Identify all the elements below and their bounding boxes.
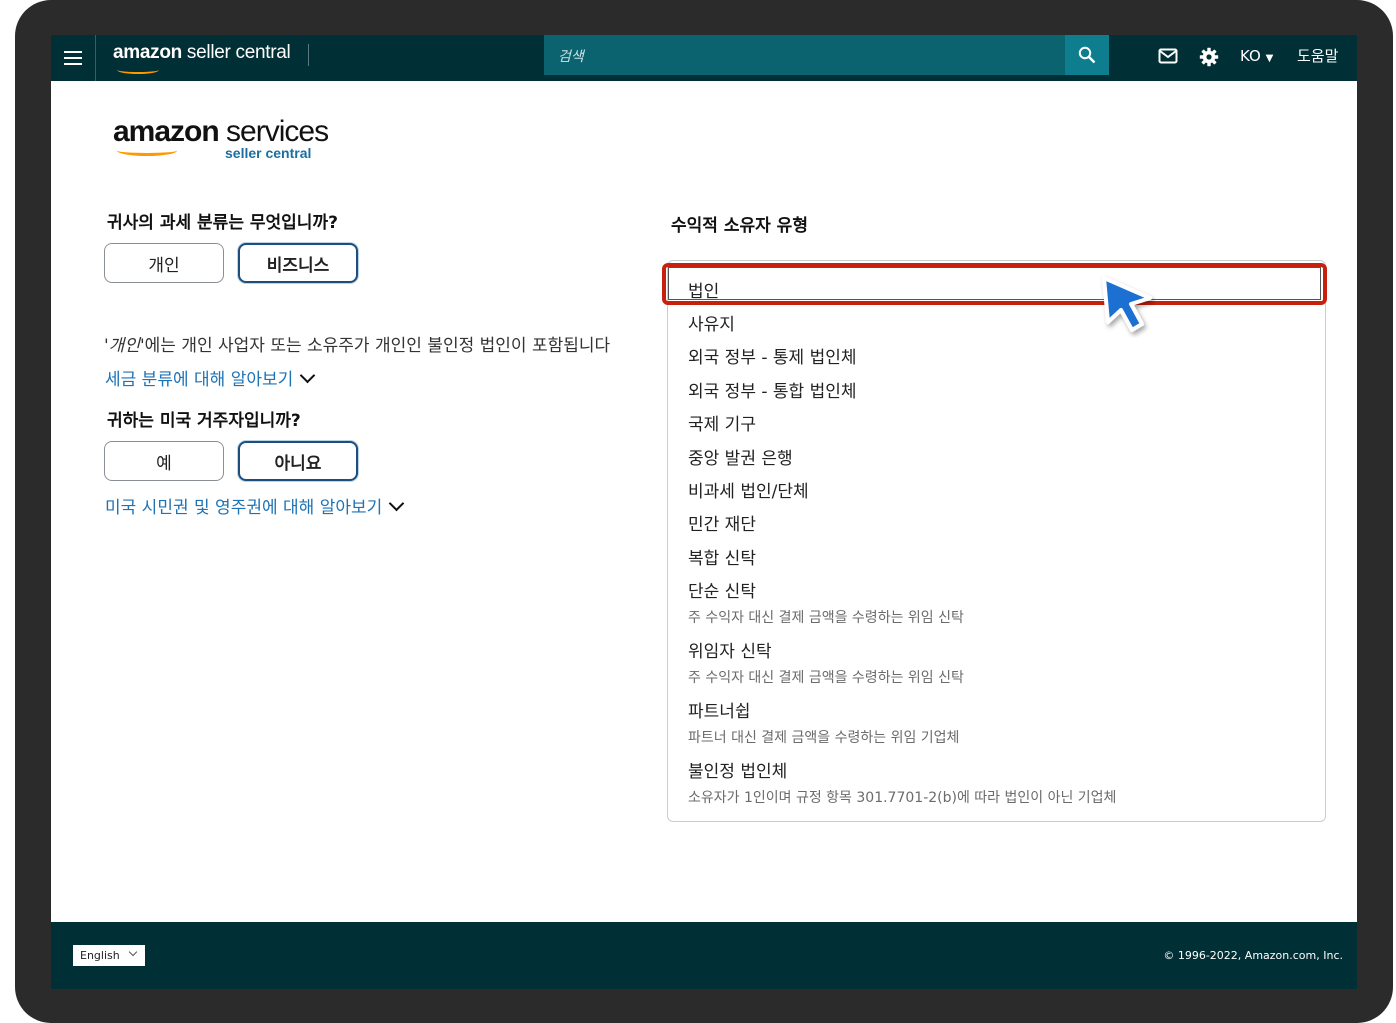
list-item-description: 소유자가 1인이며 규정 항목 301.7701-2(b)에 따라 법인이 아닌… [688,790,1117,806]
list-item[interactable]: 불인정 법인체 [688,757,787,782]
no-option-button[interactable]: 아니요 [238,441,358,481]
list-item[interactable]: 외국 정부 - 통제 법인체 [688,343,857,368]
search-input[interactable]: 검색 [544,35,1065,75]
app-screen: amazon seller central 검색 KO ▼ 도움말 amazon… [51,35,1357,989]
top-navigation-bar: amazon seller central 검색 KO ▼ 도움말 [51,35,1357,81]
beneficial-owner-type-title: 수익적 소유자 유형 [671,216,808,236]
learn-citizenship-link[interactable]: 미국 시민권 및 영주권에 대해 알아보기 [105,493,405,518]
amazon-smile-icon [117,145,177,156]
chevron-down-icon [388,495,405,512]
amazon-smile-icon [117,66,159,74]
language-dropdown[interactable]: KO ▼ [1240,47,1273,65]
list-item[interactable]: 파트너쉽 [688,697,751,722]
list-item[interactable]: 국제 기구 [688,410,756,435]
divider [308,44,309,66]
hamburger-menu-icon[interactable] [51,35,96,81]
copyright-text: © 1996-2022, Amazon.com, Inc. [1163,949,1343,962]
list-item-description: 주 수익자 대신 결제 금액을 수령하는 위임 신탁 [688,610,964,626]
search-icon [1078,46,1096,64]
list-item[interactable]: 단순 신탁 [688,577,756,602]
help-link[interactable]: 도움말 [1297,45,1338,66]
list-item[interactable]: 위임자 신탁 [688,637,772,662]
learn-tax-classification-link[interactable]: 세금 분류에 대해 알아보기 [105,365,316,390]
search-button[interactable] [1065,35,1109,75]
list-item[interactable]: 사유지 [688,310,735,335]
list-item[interactable]: 민간 재단 [688,510,756,535]
chevron-down-icon [128,947,138,957]
list-item-description: 주 수익자 대신 결제 금액을 수령하는 위임 신탁 [688,670,964,686]
seller-central-logo[interactable]: amazon seller central [113,42,291,64]
list-item[interactable]: 외국 정부 - 통합 법인체 [688,377,857,402]
business-option-button[interactable]: 비즈니스 [238,243,358,283]
mouse-cursor-icon [1098,274,1156,342]
individual-note: '개인'에는 개인 사업자 또는 소유주가 개인인 불인정 법인이 포함됩니다 [104,336,611,356]
footer-language-select[interactable]: English [73,945,145,966]
tax-classification-question: 귀사의 과세 분류는 무엇입니까? [107,213,338,233]
caret-down-icon: ▼ [1265,53,1274,64]
amazon-services-logo: amazon services seller central [113,115,329,161]
highlight-annotation [662,263,1327,305]
mail-icon[interactable] [1158,47,1178,69]
list-item-description: 파트너 대신 결제 금액을 수령하는 위임 기업체 [688,730,960,746]
list-item[interactable]: 복합 신탁 [688,544,756,569]
list-item[interactable]: 비과세 법인/단체 [688,477,809,502]
list-item[interactable]: 중앙 발권 은행 [688,444,793,469]
us-resident-question: 귀하는 미국 거주자입니까? [107,411,301,431]
individual-option-button[interactable]: 개인 [104,243,224,283]
chevron-down-icon [299,367,316,384]
gear-icon[interactable] [1199,47,1219,71]
footer: English © 1996-2022, Amazon.com, Inc. [51,922,1357,989]
yes-option-button[interactable]: 예 [104,441,224,481]
search-placeholder: 검색 [558,49,584,65]
beneficial-owner-type-listbox[interactable]: 법인 사유지 외국 정부 - 통제 법인체 외국 정부 - 통합 법인체 국제 … [667,260,1326,822]
